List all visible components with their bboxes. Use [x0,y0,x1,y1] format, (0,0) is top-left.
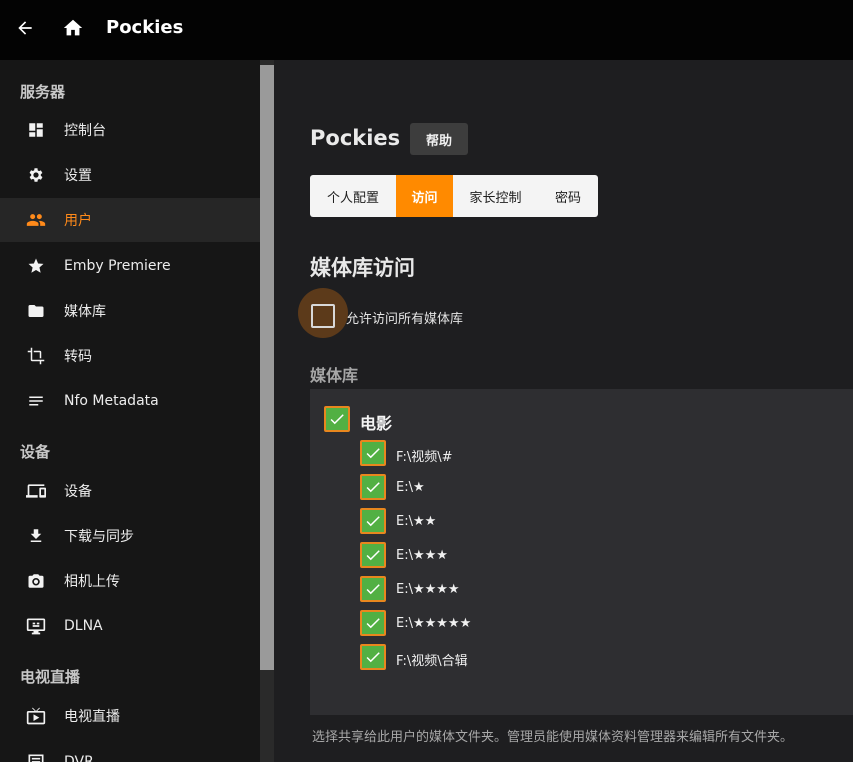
library-movies-checkbox[interactable] [324,406,350,432]
checkmark-icon [366,482,380,493]
folder-label[interactable]: F:\视频\# [396,446,453,465]
sidebar-item-dashboard[interactable]: 控制台 [0,108,260,152]
sidebar-item-label: 转码 [64,349,92,365]
sidebar-item-label: 设置 [64,168,92,184]
sidebar-item-dlna[interactable]: DLNA [0,604,260,648]
folder-checkbox[interactable] [360,610,386,636]
folder-checkbox[interactable] [360,576,386,602]
sidebar-item-label: 电视直播 [64,709,120,725]
allow-all-libraries-checkbox[interactable] [311,304,335,328]
tab-parental-control[interactable]: 家长控制 [453,175,538,217]
gear-icon [26,165,46,185]
header-title: Pockies [106,17,184,38]
folder-label[interactable]: E:\★★★ [396,548,448,563]
sidebar-item-label: 设备 [64,484,92,500]
tab-access[interactable]: 访问 [396,175,453,217]
checkmark-icon [366,618,380,629]
folder-label[interactable]: F:\视频\合辑 [396,650,468,669]
sidebar-item-label: DLNA [64,618,103,634]
dvr-icon [26,752,46,762]
folder-icon [26,301,46,321]
page-title: Pockies [310,126,401,150]
sidebar-item-label: DVR [64,754,94,762]
folder-label[interactable]: E:\★★★★★ [396,616,471,631]
library-list: 电影 F:\视频\# E:\★ E:\★★ E:\★★★ E:\★★★★ E:\… [310,389,853,715]
sidebar-item-label: Nfo Metadata [64,393,159,409]
checkmark-icon [366,652,380,663]
folder-checkbox[interactable] [360,440,386,466]
library-movies-label[interactable]: 电影 [360,410,392,434]
library-list-title: 媒体库 [310,366,359,385]
sidebar-scrollbar[interactable] [260,60,274,762]
crop-icon [26,346,46,366]
home-icon[interactable] [60,15,86,41]
devices-icon [26,481,46,501]
top-bar: Pockies [0,0,853,60]
users-icon [26,210,46,230]
sidebar-item-users[interactable]: 用户 [0,198,260,242]
section-title-library-access: 媒体库访问 [310,256,415,280]
sidebar-section-devices: 设备 [20,443,51,461]
folder-label[interactable]: E:\★ [396,480,425,495]
sidebar-item-camera-upload[interactable]: 相机上传 [0,559,260,603]
checkmark-icon [366,584,380,595]
checkmark-icon [366,448,380,459]
sidebar-item-transcode[interactable]: 转码 [0,334,260,378]
tab-password[interactable]: 密码 [538,175,598,217]
sidebar-item-nfo-metadata[interactable]: Nfo Metadata [0,379,260,423]
allow-all-libraries-label[interactable]: 允许访问所有媒体库 [346,308,463,327]
list-icon [26,391,46,411]
sidebar-item-label: 相机上传 [64,574,120,590]
tab-profile[interactable]: 个人配置 [310,175,396,217]
checkmark-icon [366,550,380,561]
sidebar-item-emby-premiere[interactable]: Emby Premiere [0,244,260,288]
folder-label[interactable]: E:\★★ [396,514,436,529]
folder-checkbox[interactable] [360,508,386,534]
sidebar-item-label: 控制台 [64,123,106,139]
folder-checkbox[interactable] [360,542,386,568]
checkmark-icon [366,516,380,527]
dashboard-icon [26,120,46,140]
sidebar-section-livetv: 电视直播 [20,668,81,686]
sidebar-item-library[interactable]: 媒体库 [0,289,260,333]
sidebar-item-label: 媒体库 [64,304,106,320]
folder-checkbox[interactable] [360,644,386,670]
sidebar-section-server: 服务器 [20,83,66,101]
scrollbar-thumb[interactable] [260,65,274,670]
star-icon [26,256,46,276]
sidebar-item-label: 用户 [64,213,92,229]
sidebar-item-devices[interactable]: 设备 [0,469,260,513]
sidebar-item-settings[interactable]: 设置 [0,153,260,197]
sidebar-item-download-sync[interactable]: 下载与同步 [0,514,260,558]
checkmark-icon [330,414,344,425]
main-content: Pockies 帮助 个人配置 访问 家长控制 密码 媒体库访问 允许访问所有媒… [274,60,853,762]
tv-icon [26,706,46,726]
tab-bar: 个人配置 访问 家长控制 密码 [310,175,598,217]
sidebar-item-label: Emby Premiere [64,258,171,274]
download-icon [26,526,46,546]
sidebar-item-dvr[interactable]: DVR [0,740,260,762]
help-button[interactable]: 帮助 [410,123,468,155]
library-help-text: 选择共享给此用户的媒体文件夹。管理员能使用媒体资料管理器来编辑所有文件夹。 [312,730,794,745]
back-arrow-icon[interactable] [12,15,38,41]
sidebar-item-label: 下载与同步 [64,529,134,545]
camera-icon [26,571,46,591]
sidebar: 服务器 控制台 设置 用户 Emby Premiere 媒体库 转码 Nfo M… [0,60,260,762]
dlna-icon [26,616,46,636]
folder-checkbox[interactable] [360,474,386,500]
sidebar-item-livetv[interactable]: 电视直播 [0,694,260,738]
folder-label[interactable]: E:\★★★★ [396,582,460,597]
